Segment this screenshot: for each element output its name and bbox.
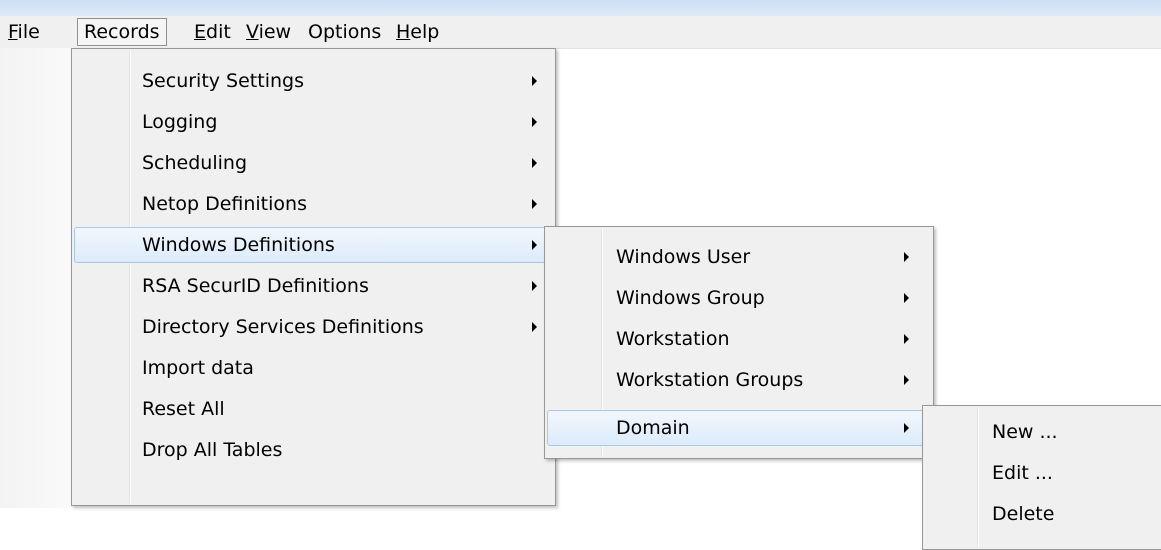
menu-item-label: Import data (142, 357, 254, 379)
menu-item-new[interactable]: New ... (925, 414, 1161, 450)
menu-item-label: RSA SecurID Definitions (142, 275, 369, 297)
menu-item-netop-definitions[interactable]: Netop Definitions (74, 186, 553, 222)
menu-help-mnemonic: H (396, 21, 411, 43)
submenu-arrow-icon (904, 334, 909, 344)
menu-view-label: iew (258, 21, 292, 43)
records-menu: Security Settings Logging Scheduling Net… (71, 48, 556, 506)
menu-records-label: Records (84, 21, 160, 43)
menu-item-security-settings[interactable]: Security Settings (74, 63, 553, 99)
menu-item-delete[interactable]: Delete (925, 496, 1161, 532)
submenu-arrow-icon (532, 76, 537, 86)
menu-item-label: Scheduling (142, 152, 248, 174)
menu-file[interactable]: File (2, 18, 46, 46)
submenu-arrow-icon (904, 293, 909, 303)
menu-item-label: Windows User (616, 246, 751, 268)
menu-item-label: Drop All Tables (142, 439, 283, 461)
menu-item-label: Reset All (142, 398, 225, 420)
submenu-arrow-icon (904, 423, 909, 433)
menu-item-label: Domain (616, 417, 690, 439)
menu-item-label: Security Settings (142, 70, 304, 92)
menu-item-windows-user[interactable]: Windows User (547, 239, 931, 275)
menu-item-label: Workstation Groups (616, 369, 804, 391)
menu-item-label: Workstation (616, 328, 730, 350)
windows-definitions-submenu: Windows User Windows Group Workstation W… (544, 226, 934, 459)
menu-item-workstation-groups[interactable]: Workstation Groups (547, 362, 931, 398)
menu-item-import-data[interactable]: Import data (74, 350, 553, 386)
title-bar (0, 0, 1161, 16)
menu-help-label: elp (410, 21, 440, 43)
menu-options-label: Options (308, 21, 382, 43)
menu-options[interactable]: Options (302, 18, 387, 46)
menu-view[interactable]: View (240, 18, 297, 46)
menu-item-label: Delete (992, 503, 1055, 525)
menu-item-label: Windows Definitions (142, 234, 335, 256)
menu-edit-label: dit (206, 21, 231, 43)
submenu-arrow-icon (532, 199, 537, 209)
menu-item-windows-group[interactable]: Windows Group (547, 280, 931, 316)
menu-edit-mnemonic: E (194, 21, 207, 43)
submenu-arrow-icon (532, 117, 537, 127)
menu-item-windows-definitions[interactable]: Windows Definitions (74, 227, 553, 263)
menu-bar: File Records Edit View Options Help (0, 16, 1161, 49)
domain-submenu: New ... Edit ... Delete (922, 405, 1161, 550)
submenu-arrow-icon (532, 281, 537, 291)
menu-help[interactable]: Help (390, 18, 445, 46)
menu-item-rsa-securid-definitions[interactable]: RSA SecurID Definitions (74, 268, 553, 304)
menu-item-label: Netop Definitions (142, 193, 307, 215)
menu-item-drop-all-tables[interactable]: Drop All Tables (74, 432, 553, 468)
menu-item-edit[interactable]: Edit ... (925, 455, 1161, 491)
menu-item-reset-all[interactable]: Reset All (74, 391, 553, 427)
menu-item-label: Directory Services Definitions (142, 316, 424, 338)
menu-file-label: ile (17, 21, 40, 43)
menu-item-scheduling[interactable]: Scheduling (74, 145, 553, 181)
menu-item-label: Edit ... (992, 462, 1053, 484)
menu-view-mnemonic: V (246, 21, 259, 43)
menu-item-workstation[interactable]: Workstation (547, 321, 931, 357)
menu-file-mnemonic: F (8, 21, 18, 43)
submenu-arrow-icon (532, 240, 537, 250)
submenu-arrow-icon (904, 375, 909, 385)
background-panel (0, 48, 71, 508)
menu-item-directory-services-definitions[interactable]: Directory Services Definitions (74, 309, 553, 345)
submenu-arrow-icon (904, 252, 909, 262)
menu-item-domain[interactable]: Domain (547, 410, 931, 446)
submenu-arrow-icon (532, 158, 537, 168)
menu-item-logging[interactable]: Logging (74, 104, 553, 140)
menu-item-label: Logging (142, 111, 218, 133)
menu-records[interactable]: Records (77, 18, 167, 46)
submenu-arrow-icon (532, 322, 537, 332)
menu-edit[interactable]: Edit (188, 18, 237, 46)
menu-item-label: Windows Group (616, 287, 765, 309)
menu-item-label: New ... (992, 421, 1058, 443)
